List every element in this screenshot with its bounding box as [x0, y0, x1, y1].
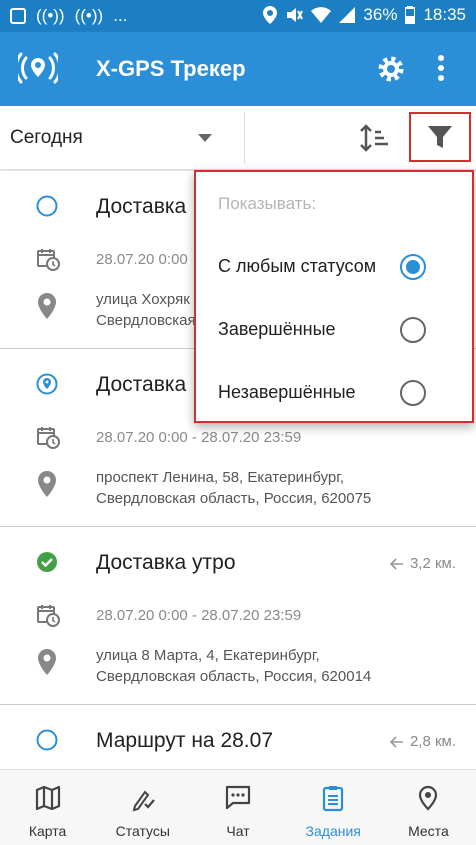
- app-title: X-GPS Трекер: [96, 56, 246, 81]
- nav-label: Места: [408, 823, 449, 839]
- nav-label: Карта: [28, 823, 67, 839]
- task-address: улица 8 Марта, 4, Екатеринбург, Свердловс…: [96, 647, 372, 685]
- wifi-icon: [311, 7, 332, 23]
- place-icon: [419, 785, 438, 811]
- nav-map[interactable]: Карта: [0, 770, 95, 845]
- task-item[interactable]: Доставка утро 3,2 км. 28.07.20 0:00 - 28.…: [0, 527, 476, 705]
- calendar-clock-icon: [37, 249, 60, 271]
- more-options-icon[interactable]: [436, 52, 446, 84]
- filter-option-incomplete[interactable]: Незавершённые: [196, 363, 472, 423]
- radio-selected-icon[interactable]: [400, 254, 426, 280]
- new-status-icon: [36, 195, 58, 217]
- notification-ellipsis: ...: [113, 6, 128, 25]
- filter-option-label: С любым статусом: [218, 256, 377, 276]
- calendar-clock-icon: [37, 605, 60, 627]
- filter-option-label: Завершённые: [218, 319, 336, 339]
- task-name: Доставка утро: [96, 551, 236, 574]
- popup-header: Показывать:: [218, 194, 317, 213]
- bottom-navigation: Карта Статусы Чат Задания Места: [0, 769, 476, 845]
- statuses-icon: [132, 790, 155, 812]
- app-bar: X-GPS Трекер: [0, 32, 476, 106]
- tracker-logo-icon: [18, 52, 58, 84]
- nav-label: Чат: [226, 823, 250, 839]
- radio-unselected-icon[interactable]: [400, 380, 426, 406]
- period-select[interactable]: Сегодня: [10, 127, 83, 149]
- tasks-icon: [323, 786, 344, 812]
- location-icon: [263, 6, 278, 24]
- filter-button[interactable]: [409, 112, 471, 162]
- gear-icon[interactable]: [376, 54, 406, 84]
- nav-tasks[interactable]: Задания: [286, 770, 381, 845]
- filter-option-completed[interactable]: Завершённые: [196, 300, 472, 360]
- distance-value: 3,2 км.: [409, 555, 456, 572]
- nav-statuses[interactable]: Статусы: [95, 770, 190, 845]
- calendar-clock-icon: [37, 427, 60, 449]
- chat-icon: [225, 785, 251, 810]
- chevron-down-icon[interactable]: [198, 134, 212, 142]
- new-status-icon: [36, 729, 58, 751]
- signal-icon: [339, 7, 356, 23]
- filter-option-label: Незавершённые: [218, 382, 356, 402]
- task-address: проспект Ленина, 58, Екатеринбург, Свердл…: [96, 469, 372, 507]
- task-time: 28.07.20 0:00: [96, 251, 188, 268]
- nav-label: Задания: [305, 823, 361, 839]
- broadcast-icon: ((•)): [36, 6, 65, 25]
- nav-label: Статусы: [115, 823, 170, 839]
- task-item[interactable]: Маршрут на 28.07 2,8 км.: [0, 705, 476, 769]
- task-name: Доставка: [96, 373, 187, 396]
- location-pin-icon: [38, 471, 56, 497]
- task-name: Доставка: [96, 195, 187, 218]
- nav-chat[interactable]: Чат: [190, 770, 285, 845]
- done-status-icon: [37, 552, 57, 572]
- direction-arrow-icon: [389, 557, 403, 570]
- filter-icon: [428, 126, 452, 148]
- map-icon: [35, 785, 60, 811]
- sort-icon[interactable]: [360, 124, 390, 152]
- filter-toolbar: Сегодня: [0, 106, 476, 170]
- battery-icon: [405, 6, 416, 24]
- nav-places[interactable]: Места: [381, 770, 476, 845]
- broadcast-icon: ((•)): [74, 6, 104, 25]
- status-bar: ((•)) ((•)) ... 36% 18:35: [0, 0, 476, 32]
- direction-arrow-icon: [389, 735, 403, 748]
- task-distance: 3,2 км.: [389, 555, 456, 572]
- location-pin-icon: [38, 293, 56, 319]
- active-status-icon: [36, 373, 58, 395]
- task-distance: 2,8 км.: [389, 733, 456, 750]
- radio-unselected-icon[interactable]: [400, 317, 426, 343]
- filter-option-any[interactable]: С любым статусом: [196, 237, 472, 297]
- mute-icon: [287, 8, 304, 22]
- battery-level: 36%: [363, 5, 398, 24]
- toolbar-divider: [244, 112, 245, 164]
- task-name: Маршрут на 28.07: [96, 729, 273, 752]
- task-time: 28.07.20 0:00 - 28.07.20 23:59: [96, 607, 302, 624]
- filter-popup: Показывать: С любым статусом Завершённые…: [194, 170, 474, 423]
- distance-value: 2,8 км.: [409, 733, 456, 750]
- clock: 18:35: [423, 5, 466, 24]
- location-pin-icon: [38, 649, 56, 675]
- task-time: 28.07.20 0:00 - 28.07.20 23:59: [96, 429, 302, 446]
- gallery-icon: [10, 8, 26, 24]
